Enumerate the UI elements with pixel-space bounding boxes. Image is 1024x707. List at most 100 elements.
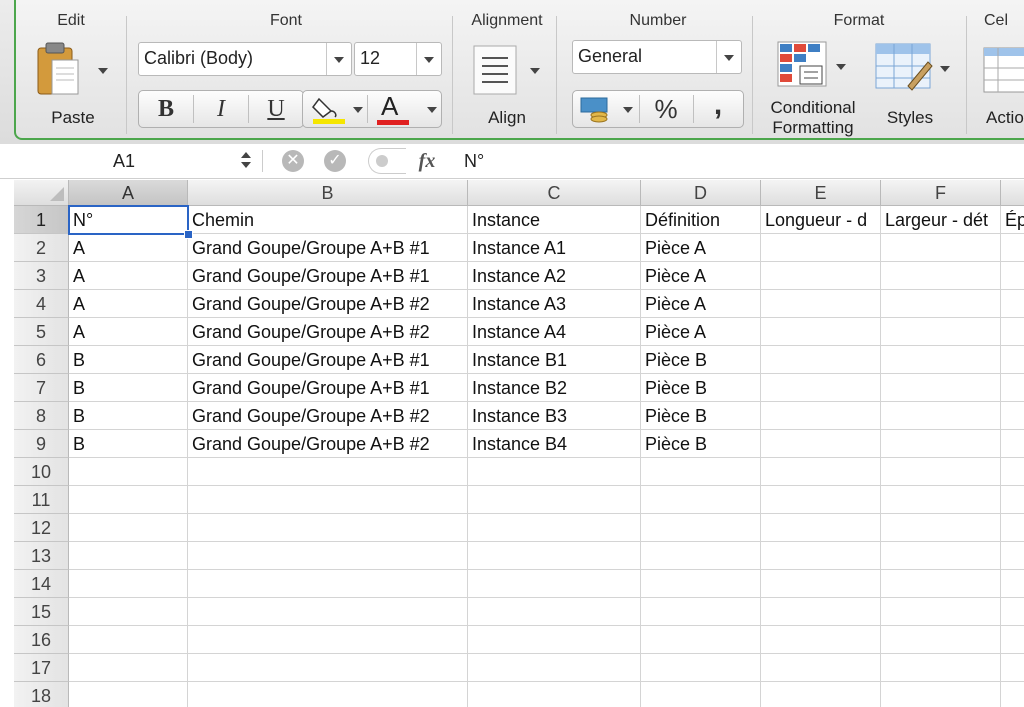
cell[interactable]	[188, 486, 468, 514]
cell[interactable]	[761, 234, 881, 262]
cell[interactable]: Pièce A	[641, 262, 761, 290]
cell[interactable]: Pièce B	[641, 402, 761, 430]
cell[interactable]: Grand Goupe/Groupe A+B #1	[188, 346, 468, 374]
cell[interactable]	[1001, 430, 1024, 458]
cell[interactable]	[761, 402, 881, 430]
cell[interactable]: Grand Goupe/Groupe A+B #2	[188, 318, 468, 346]
fill-color-button[interactable]	[309, 93, 349, 125]
cell[interactable]	[881, 318, 1001, 346]
cell[interactable]	[1001, 514, 1024, 542]
confirm-icon[interactable]: ✓	[324, 150, 346, 172]
name-box-stepper[interactable]	[236, 150, 256, 172]
cell[interactable]	[881, 458, 1001, 486]
cell[interactable]	[761, 458, 881, 486]
cell[interactable]	[468, 514, 641, 542]
cell[interactable]	[761, 430, 881, 458]
cell[interactable]	[188, 598, 468, 626]
cell[interactable]	[881, 290, 1001, 318]
cell[interactable]	[1001, 542, 1024, 570]
cell[interactable]	[69, 570, 188, 598]
cell[interactable]	[761, 542, 881, 570]
cell[interactable]	[188, 626, 468, 654]
cell[interactable]: Pièce B	[641, 346, 761, 374]
cell[interactable]	[761, 570, 881, 598]
chevron-down-icon[interactable]	[427, 107, 437, 113]
cell[interactable]: Instance A2	[468, 262, 641, 290]
cell[interactable]: Grand Goupe/Groupe A+B #2	[188, 290, 468, 318]
header-cell[interactable]: N°	[69, 206, 188, 234]
cell[interactable]	[1001, 486, 1024, 514]
cell[interactable]: Pièce B	[641, 430, 761, 458]
cell[interactable]	[468, 542, 641, 570]
cell[interactable]: Instance B1	[468, 346, 641, 374]
cell[interactable]	[1001, 570, 1024, 598]
header-cell[interactable]: Instance	[468, 206, 641, 234]
cell[interactable]	[641, 458, 761, 486]
cell[interactable]	[1001, 318, 1024, 346]
cell[interactable]	[1001, 598, 1024, 626]
cell[interactable]	[761, 262, 881, 290]
cell[interactable]	[1001, 458, 1024, 486]
cell[interactable]	[69, 654, 188, 682]
cell[interactable]	[69, 458, 188, 486]
cell[interactable]: A	[69, 234, 188, 262]
cell[interactable]	[69, 542, 188, 570]
cell[interactable]	[1001, 262, 1024, 290]
cell[interactable]	[1001, 290, 1024, 318]
cell[interactable]	[761, 346, 881, 374]
cell[interactable]	[881, 542, 1001, 570]
cell[interactable]	[468, 626, 641, 654]
cell[interactable]	[641, 514, 761, 542]
cell[interactable]	[641, 598, 761, 626]
cell[interactable]	[761, 654, 881, 682]
cancel-icon[interactable]: ✕	[282, 150, 304, 172]
cell[interactable]	[881, 402, 1001, 430]
cell[interactable]	[1001, 374, 1024, 402]
cell[interactable]: Pièce A	[641, 234, 761, 262]
cell[interactable]	[188, 542, 468, 570]
cell[interactable]: B	[69, 374, 188, 402]
number-format-select[interactable]: General	[572, 40, 742, 74]
cell[interactable]: A	[69, 262, 188, 290]
header-cell[interactable]: Ép	[1001, 206, 1024, 234]
cell[interactable]	[188, 458, 468, 486]
actions-button[interactable]	[982, 46, 1024, 96]
cell[interactable]: Grand Goupe/Groupe A+B #1	[188, 374, 468, 402]
cell[interactable]: Instance B3	[468, 402, 641, 430]
cell[interactable]	[881, 374, 1001, 402]
align-button[interactable]	[472, 44, 542, 100]
cell[interactable]	[641, 654, 761, 682]
bold-button[interactable]: B	[139, 91, 193, 127]
header-cell[interactable]: Chemin	[188, 206, 468, 234]
function-icon[interactable]: fx	[410, 148, 444, 174]
cell[interactable]	[881, 514, 1001, 542]
cell[interactable]: A	[69, 318, 188, 346]
cell[interactable]	[881, 234, 1001, 262]
formula-input[interactable]: N°	[464, 147, 1014, 175]
cell[interactable]	[1001, 654, 1024, 682]
font-size-select[interactable]: 12	[354, 42, 442, 76]
cell[interactable]: B	[69, 346, 188, 374]
cell[interactable]: Grand Goupe/Groupe A+B #1	[188, 234, 468, 262]
font-color-button[interactable]: A	[375, 91, 411, 127]
cell[interactable]: Pièce B	[641, 374, 761, 402]
cell[interactable]	[641, 570, 761, 598]
header-cell[interactable]: Largeur - dét	[881, 206, 1001, 234]
cell[interactable]	[69, 486, 188, 514]
cell[interactable]: Grand Goupe/Groupe A+B #2	[188, 430, 468, 458]
cell[interactable]	[881, 682, 1001, 707]
cell[interactable]	[761, 486, 881, 514]
cell[interactable]: Pièce A	[641, 318, 761, 346]
cell[interactable]	[69, 514, 188, 542]
cell[interactable]	[69, 682, 188, 707]
cell[interactable]	[881, 346, 1001, 374]
cell[interactable]	[761, 290, 881, 318]
cell[interactable]	[761, 374, 881, 402]
cell[interactable]	[761, 682, 881, 707]
paste-button[interactable]	[36, 40, 108, 100]
cell[interactable]	[468, 486, 641, 514]
cell[interactable]: Instance A1	[468, 234, 641, 262]
cell[interactable]	[881, 598, 1001, 626]
cell[interactable]	[188, 654, 468, 682]
cell[interactable]: Pièce A	[641, 290, 761, 318]
